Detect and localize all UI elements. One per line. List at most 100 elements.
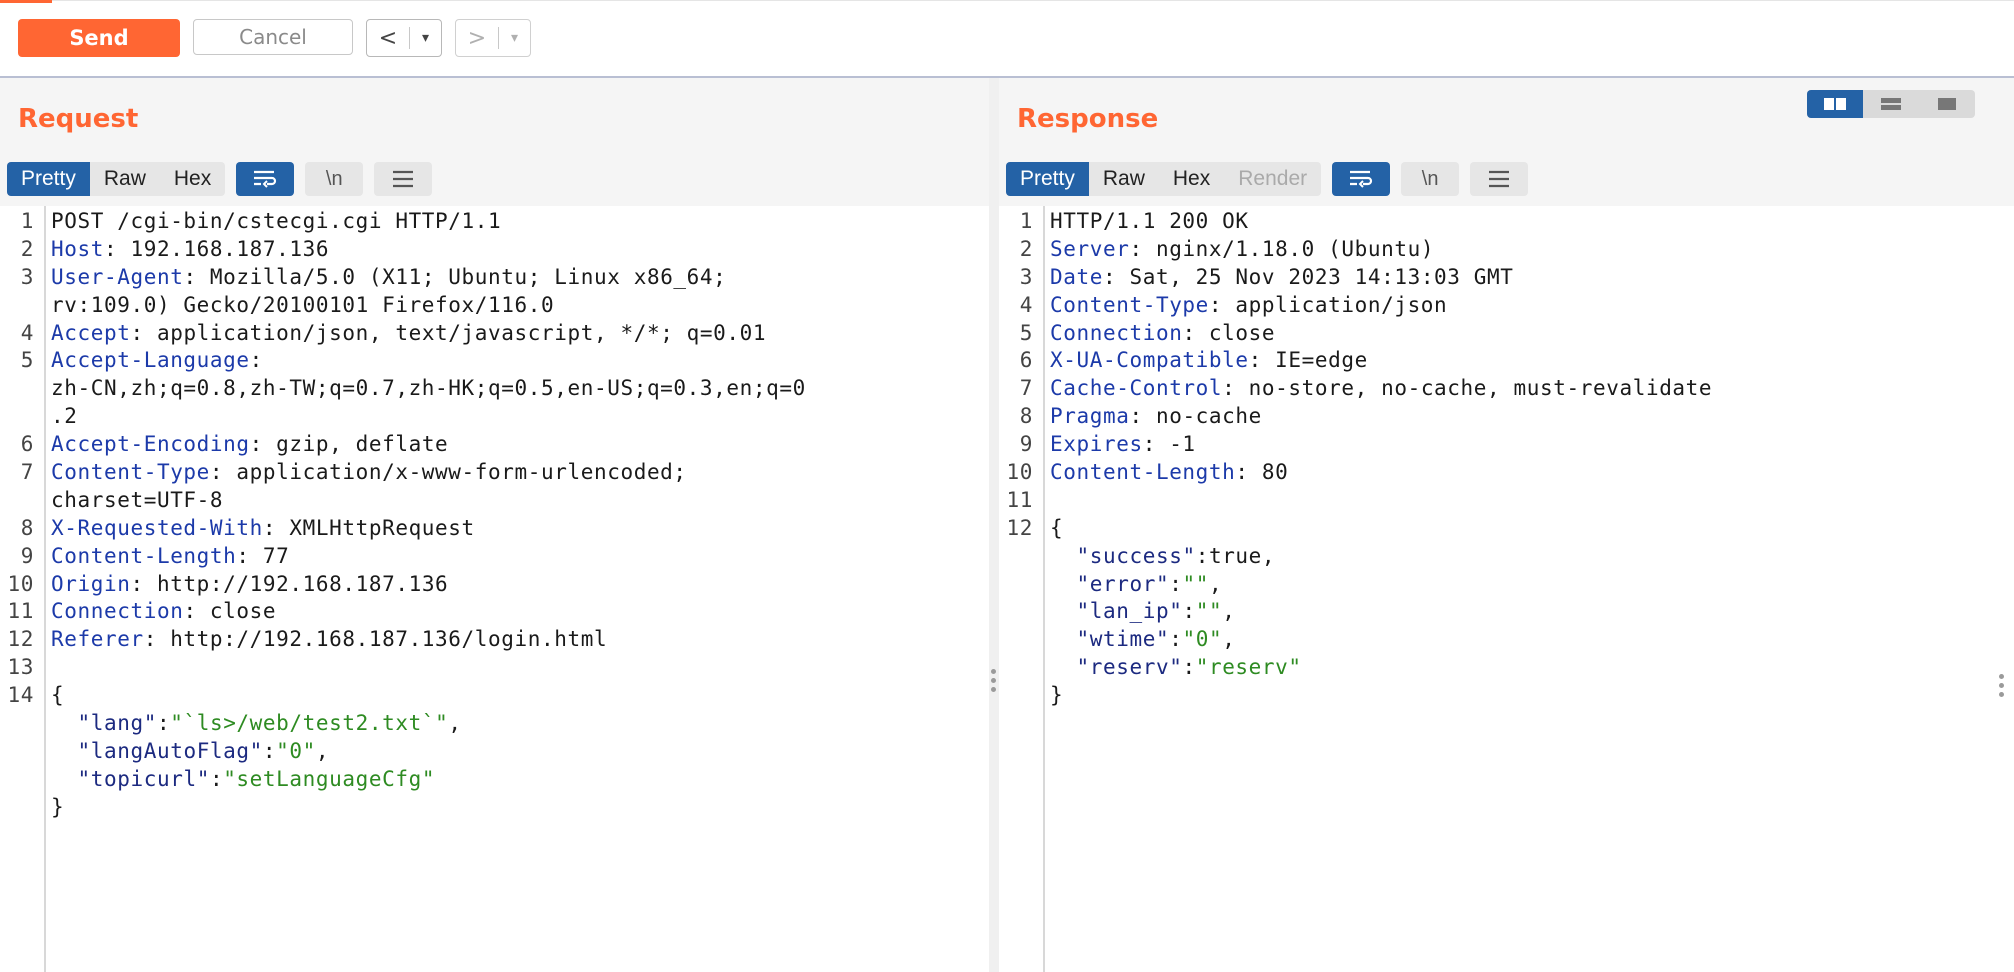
header-name: Expires (1050, 432, 1143, 457)
request-editor[interactable]: 1 POST /cgi-bin/cstecgi.cgi HTTP/1.1 2 Host… (0, 206, 989, 972)
top-accent-bar (0, 0, 52, 3)
forward-arrow-icon[interactable]: > (456, 26, 498, 51)
code-text: Content-Length: 77 (51, 543, 289, 571)
json-key: "error" (1076, 571, 1170, 596)
request-code-line: 3 User-Agent: Mozilla/5.0 (X11; Ubuntu; L… (0, 264, 965, 292)
response-pane: Response Pretty Raw Hex Render \n 1 HTTP/… (999, 78, 2014, 972)
json-key: "langAutoFlag" (77, 738, 263, 763)
header-name: Accept-Language (51, 348, 250, 373)
wrap-lines-icon[interactable] (236, 162, 295, 196)
request-tab-hex[interactable]: Hex (160, 162, 225, 196)
code-token: , (1222, 627, 1236, 652)
string-value: "" (1195, 599, 1223, 624)
request-pane: Request Pretty Raw Hex \n 1 POST /cgi-bin… (0, 78, 989, 972)
code-token: : no-cache (1129, 404, 1262, 429)
line-number: 3 (1019, 264, 1033, 289)
header-name: Host (51, 236, 104, 261)
line-number: 1 (1019, 209, 1033, 233)
response-code-line: 10 Content-Length: 80 (999, 459, 1974, 487)
code-token: : close (1182, 320, 1276, 345)
response-tab-raw[interactable]: Raw (1089, 162, 1159, 196)
pane-splitter[interactable] (989, 78, 999, 972)
request-view-tabs: Pretty Raw Hex (7, 162, 226, 196)
code-token: : gzip, deflate (249, 432, 449, 457)
request-tab-pretty[interactable]: Pretty (7, 162, 90, 196)
json-key: "topicurl" (77, 766, 210, 791)
line-number: 12 (1006, 515, 1033, 540)
request-code-line: } (0, 794, 965, 822)
code-token: : 77 (236, 543, 290, 568)
request-tab-raw[interactable]: Raw (90, 162, 160, 196)
line-number: 6 (1019, 348, 1033, 373)
string-value: "reserv" (1195, 655, 1302, 680)
request-code-line: 14 { (0, 682, 965, 710)
send-button[interactable]: Send (18, 19, 180, 57)
response-tab-render[interactable]: Render (1224, 162, 1321, 196)
line-number: 11 (7, 599, 34, 624)
request-title: Request (18, 104, 139, 134)
line-number: 11 (1006, 487, 1033, 512)
request-code-line: 12 Referer: http://192.168.187.136/login.… (0, 626, 965, 654)
back-arrow-icon[interactable]: < (367, 26, 409, 51)
code-text: Accept: application/json, text/javascrip… (51, 320, 766, 348)
forward-dropdown-icon[interactable]: ▾ (499, 30, 530, 46)
line-number: 7 (20, 460, 34, 485)
side-by-side-icon[interactable] (1807, 90, 1863, 118)
code-text: "error":"", (1050, 571, 1222, 599)
code-token: : -1 (1142, 432, 1196, 457)
response-editor[interactable]: 1 HTTP/1.1 200 OK 2 Server: nginx/1.18.0 (U… (999, 206, 2014, 972)
code-text: Content-Type: application/json (1050, 292, 1447, 320)
code-token: : http://192.168.187.136 (130, 571, 449, 596)
code-text: .2 (51, 403, 78, 431)
request-code-line: 1 POST /cgi-bin/cstecgi.cgi HTTP/1.1 (0, 208, 965, 236)
response-view-tabs: Pretty Raw Hex Render (1006, 162, 1322, 196)
response-code-line: 12 { (999, 515, 1974, 543)
request-tabs: Pretty Raw Hex \n (7, 162, 433, 196)
code-text: Host: 192.168.187.136 (51, 236, 329, 264)
header-name: User-Agent (51, 264, 184, 289)
newline-icon[interactable]: \n (1401, 162, 1460, 196)
code-token: , (448, 711, 462, 736)
response-tab-pretty[interactable]: Pretty (1006, 162, 1089, 196)
drag-handle-icon[interactable] (1999, 674, 2004, 697)
json-key: "wtime" (1076, 627, 1170, 652)
single-pane-icon[interactable] (1919, 90, 1975, 118)
json-key: "success" (1076, 543, 1196, 568)
menu-icon[interactable] (374, 162, 433, 196)
request-code-line: 2 Host: 192.168.187.136 (0, 236, 965, 264)
response-tab-hex[interactable]: Hex (1159, 162, 1224, 196)
line-number: 10 (7, 571, 34, 596)
wrap-lines-icon[interactable] (1332, 162, 1391, 196)
response-code-line: 4 Content-Type: application/json (999, 292, 1974, 320)
header-name: X-UA-Compatible (1050, 348, 1249, 373)
code-text: Accept-Encoding: gzip, deflate (51, 431, 448, 459)
cancel-button[interactable]: Cancel (193, 19, 353, 55)
stacked-icon[interactable] (1863, 90, 1919, 118)
history-forward-button[interactable]: > ▾ (455, 19, 531, 57)
line-number: 14 (7, 683, 34, 708)
request-code-line: zh-CN,zh;q=0.8,zh-TW;q=0.7,zh-HK;q=0.5,e… (0, 375, 965, 403)
response-title: Response (1017, 104, 1159, 134)
newline-icon[interactable]: \n (305, 162, 364, 196)
request-header: Request Pretty Raw Hex \n (0, 78, 989, 206)
code-token: : http://192.168.187.136/login.html (143, 627, 608, 652)
menu-icon[interactable] (1470, 162, 1529, 196)
line-number: 4 (1019, 292, 1033, 317)
drag-handle-icon[interactable] (991, 669, 996, 692)
code-token: : (1169, 571, 1183, 596)
code-token: : 192.168.187.136 (103, 236, 330, 261)
response-code-line: } (999, 682, 1974, 710)
code-token: : (1169, 627, 1183, 652)
code-text: "langAutoFlag":"0", (51, 738, 329, 766)
code-text: X-UA-Compatible: IE=edge (1050, 347, 1368, 375)
code-token: } (51, 794, 65, 819)
string-value: "0" (276, 738, 316, 763)
request-code-line: "topicurl":"setLanguageCfg" (0, 766, 965, 794)
history-back-button[interactable]: < ▾ (366, 19, 442, 57)
code-token: charset=UTF-8 (51, 487, 224, 512)
header-name: Connection (51, 599, 184, 624)
back-dropdown-icon[interactable]: ▾ (410, 30, 441, 46)
